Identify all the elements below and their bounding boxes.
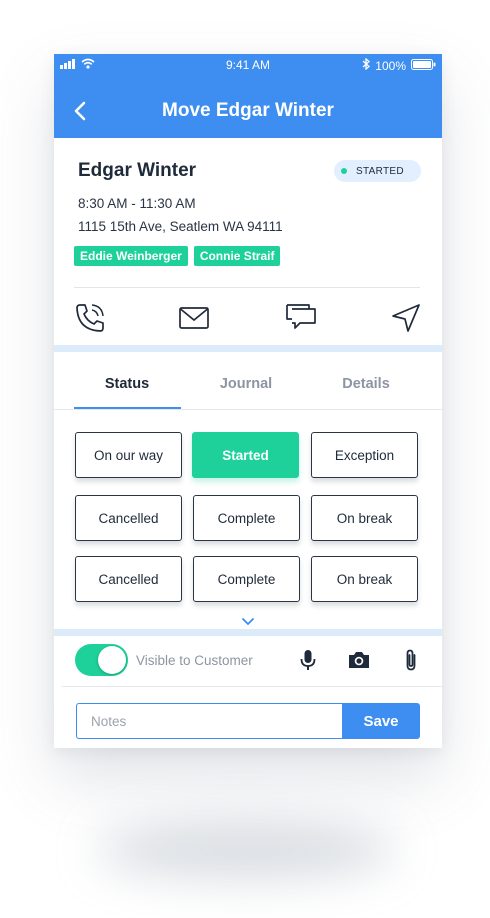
toggle-knob (98, 646, 126, 674)
crew-tag[interactable]: Connie Straif (193, 246, 281, 266)
contact-actions (74, 300, 422, 336)
status-cancelled-button[interactable]: Cancelled (75, 556, 182, 602)
tab-divider (54, 409, 442, 410)
tab-details[interactable]: Details (313, 376, 419, 392)
phone-drop-shadow (96, 820, 396, 880)
customer-name: Edgar Winter (78, 160, 197, 181)
status-badge-label: STARTED (356, 165, 404, 177)
ios-status-bar: 9:41 AM 100% (54, 54, 442, 76)
job-time-range: 8:30 AM - 11:30 AM (78, 196, 196, 211)
status-on-break-button[interactable]: On break (311, 495, 418, 541)
section-separator (54, 345, 442, 352)
phone-screen: 9:41 AM 100% Move Edgar Winter Edgar Win… (54, 54, 442, 748)
app-header: 9:41 AM 100% Move Edgar Winter (54, 54, 442, 138)
crew-tags: Eddie Weinberger Connie Straif (74, 246, 281, 266)
tab-status[interactable]: Status (74, 376, 180, 392)
status-dot (341, 168, 347, 174)
chevron-down-icon[interactable] (241, 614, 255, 626)
status-cancelled-button[interactable]: Cancelled (75, 495, 182, 541)
save-button[interactable]: Save (342, 703, 420, 739)
bluetooth-icon (362, 57, 371, 73)
tab-journal[interactable]: Journal (193, 376, 299, 392)
status-started-button[interactable]: Started (192, 432, 299, 478)
battery-percent: 100% (375, 58, 406, 73)
crew-tag[interactable]: Eddie Weinberger (74, 246, 188, 266)
navigate-icon[interactable] (390, 302, 422, 334)
controls-divider (62, 686, 442, 687)
paperclip-icon[interactable] (399, 648, 423, 672)
tab-bar: Status Journal Details (54, 354, 442, 410)
notes-input[interactable] (76, 703, 343, 739)
status-complete-button[interactable]: Complete (193, 556, 300, 602)
job-address: 1115 15th Ave, Seatlem WA 94111 (78, 219, 283, 234)
phone-icon[interactable] (74, 302, 106, 334)
status-on-our-way-button[interactable]: On our way (75, 432, 182, 478)
visible-to-customer-toggle[interactable] (75, 644, 128, 676)
section-separator (54, 629, 442, 636)
status-bar-right: 100% (362, 57, 436, 73)
mail-icon[interactable] (178, 302, 210, 334)
chat-icon[interactable] (285, 302, 317, 334)
battery-icon (411, 58, 436, 73)
camera-icon[interactable] (347, 648, 371, 672)
nav-row: Move Edgar Winter (54, 90, 442, 134)
card-divider (74, 287, 420, 288)
status-exception-button[interactable]: Exception (311, 432, 418, 478)
status-on-break-button[interactable]: On break (311, 556, 418, 602)
visible-to-customer-label: Visible to Customer (136, 653, 253, 668)
status-badge: STARTED (334, 160, 421, 182)
page-title: Move Edgar Winter (162, 100, 334, 121)
microphone-icon[interactable] (296, 648, 320, 672)
status-complete-button[interactable]: Complete (193, 495, 300, 541)
